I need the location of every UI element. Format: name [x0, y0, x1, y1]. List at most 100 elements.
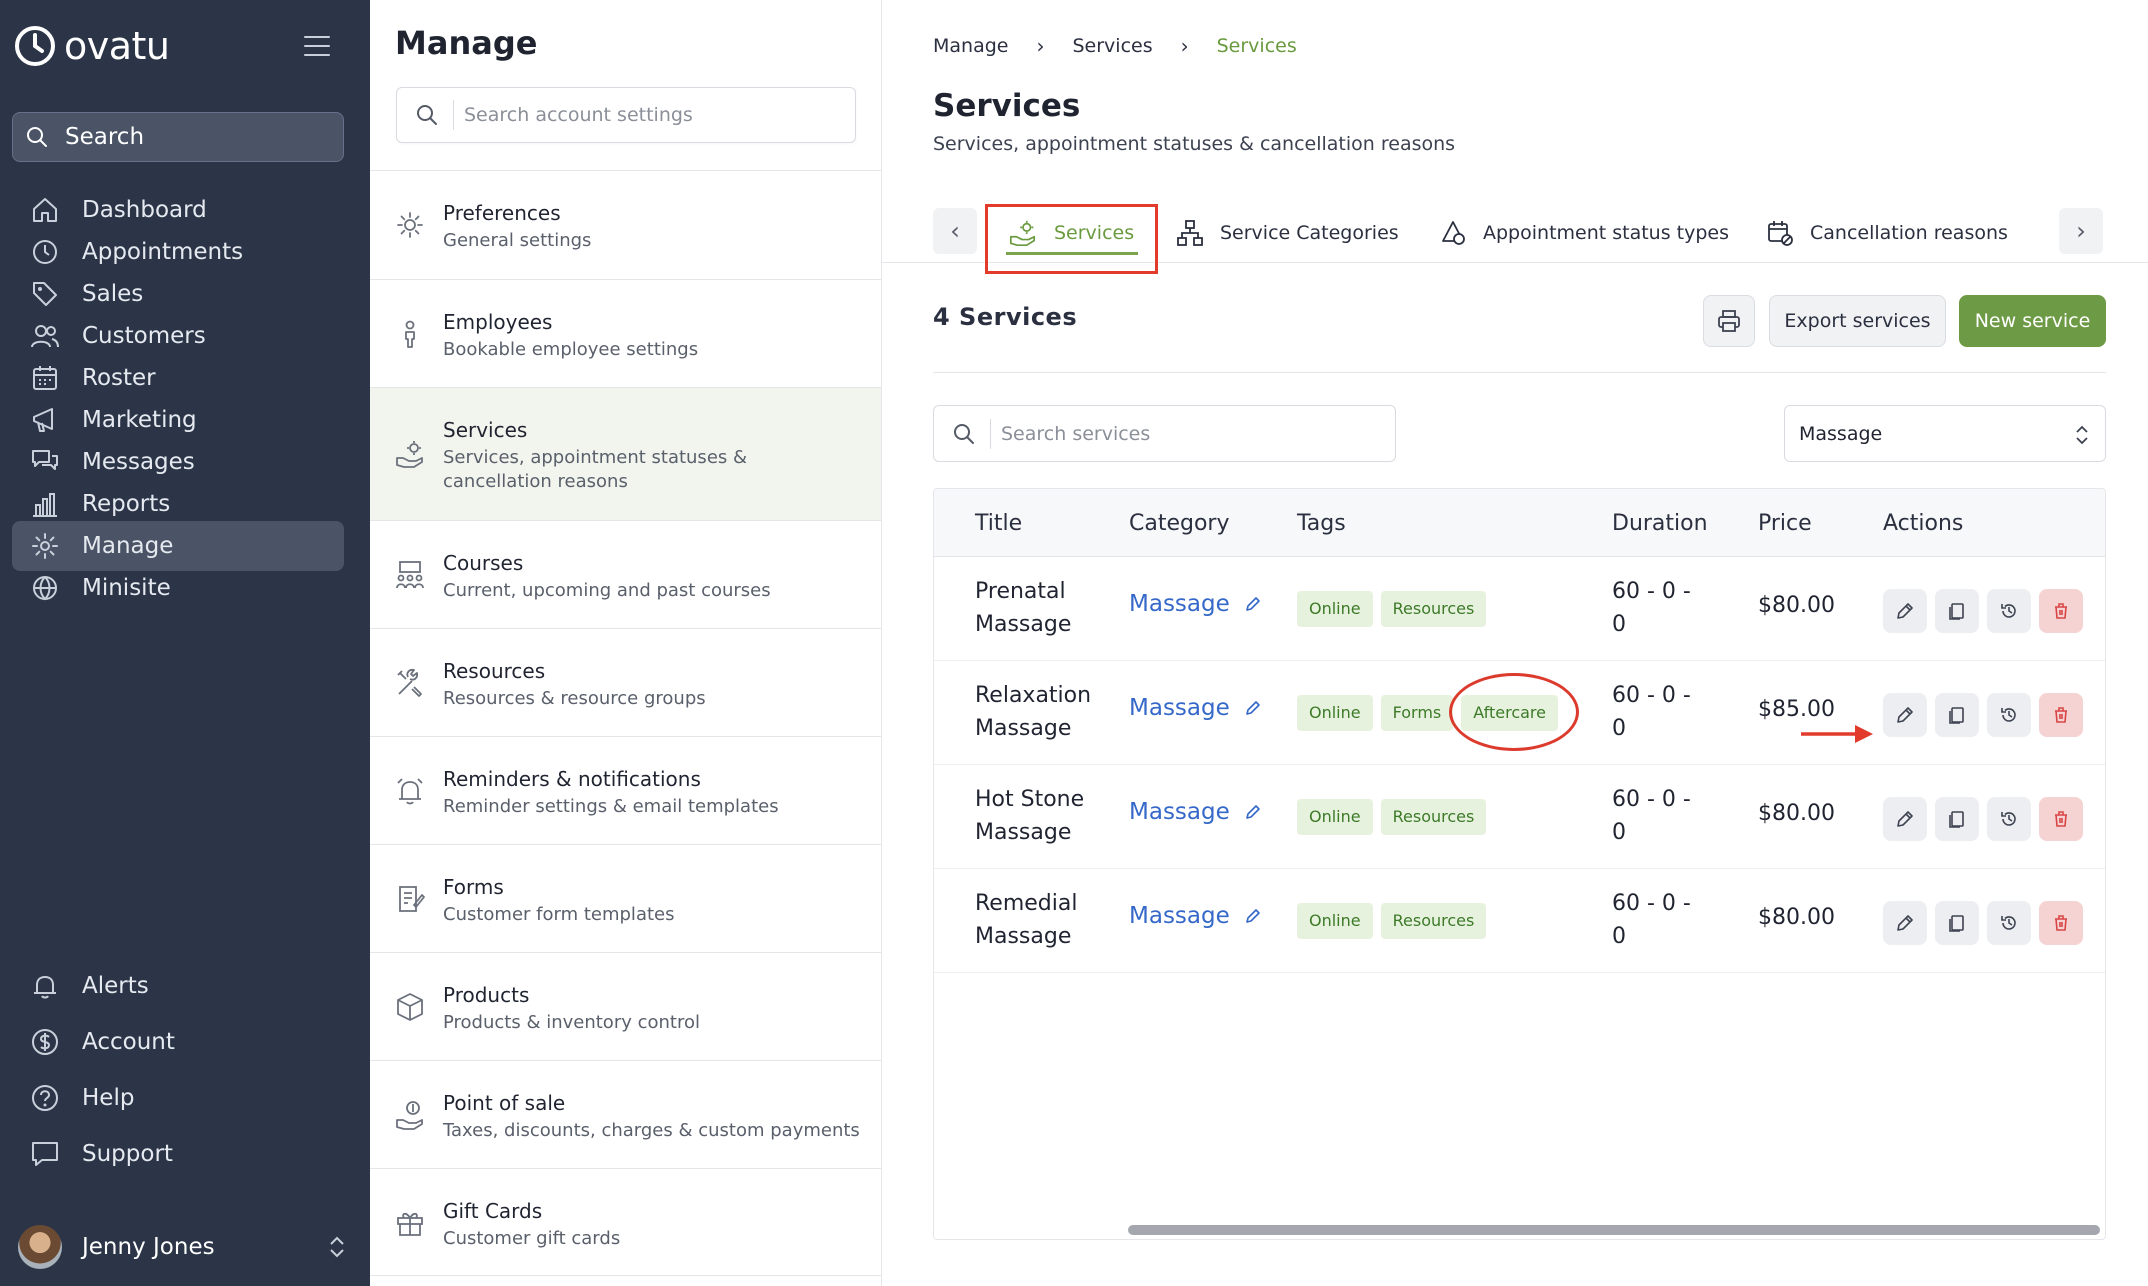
- service-title: Relaxation Massage: [975, 683, 1092, 741]
- duplicate-button[interactable]: [1935, 901, 1979, 945]
- manage-item-courses[interactable]: Courses Current, upcoming and past cours…: [370, 520, 881, 628]
- breadcrumb-current: Services: [1216, 35, 1297, 57]
- edit-button[interactable]: [1883, 693, 1927, 737]
- manage-item-preferences[interactable]: Preferences General settings: [370, 170, 881, 279]
- new-service-button[interactable]: New service: [1959, 295, 2106, 347]
- history-button[interactable]: [1987, 589, 2031, 633]
- megaphone-icon: [33, 408, 53, 432]
- manage-search-placeholder: Search account settings: [464, 104, 693, 126]
- search-services-placeholder: Search services: [1001, 422, 1151, 445]
- search-icon: [954, 423, 974, 444]
- table-horizontal-scrollbar[interactable]: [1128, 1225, 2100, 1235]
- category-filter-select[interactable]: Massage: [1784, 405, 2106, 462]
- manage-item-reminders[interactable]: Reminders & notifications Reminder setti…: [370, 736, 881, 844]
- edit-button[interactable]: [1883, 901, 1927, 945]
- duplicate-button[interactable]: [1935, 797, 1979, 841]
- tabs-scroll-left-button[interactable]: ‹: [933, 208, 977, 254]
- pencil-icon: [1897, 915, 1913, 931]
- edit-button[interactable]: [1883, 797, 1927, 841]
- edit-button[interactable]: [1883, 589, 1927, 633]
- nav-label: Appointments: [82, 239, 244, 265]
- service-duration: 60 - 0 - 0: [1612, 683, 1691, 741]
- users-icon: [31, 325, 59, 348]
- history-button[interactable]: [1987, 693, 2031, 737]
- manage-item-forms[interactable]: Forms Customer form templates: [370, 844, 881, 952]
- menu-toggle-icon[interactable]: [304, 36, 330, 56]
- tab-service-categories[interactable]: Service Categories: [1176, 203, 1399, 263]
- service-category-link[interactable]: Massage: [1129, 591, 1262, 617]
- breadcrumb-services[interactable]: Services: [1072, 35, 1152, 57]
- nav-item-support[interactable]: Support: [12, 1129, 344, 1179]
- delete-button[interactable]: [2039, 589, 2083, 633]
- tag-badge: Forms: [1380, 695, 1454, 731]
- history-icon: [2001, 916, 2016, 930]
- manage-item-title: Products: [443, 983, 530, 1007]
- breadcrumb-manage[interactable]: Manage: [933, 35, 1008, 57]
- table-row[interactable]: Prenatal Massage Massage Online Resource…: [934, 557, 2105, 661]
- nav-item-help[interactable]: Help: [12, 1073, 344, 1123]
- manage-item-employees[interactable]: Employees Bookable employee settings: [370, 279, 881, 387]
- duplicate-button[interactable]: [1935, 589, 1979, 633]
- nav-label: Reports: [82, 491, 171, 517]
- search-services-input[interactable]: Search services: [933, 405, 1396, 462]
- col-header-duration: Duration: [1612, 511, 1708, 536]
- bell-icon: [34, 976, 56, 999]
- table-header: Title Category Tags Duration Price Actio…: [934, 489, 2105, 557]
- manage-panel: Manage Search account settings Preferenc…: [370, 0, 882, 1286]
- duplicate-button[interactable]: [1935, 693, 1979, 737]
- nav-item-alerts[interactable]: Alerts: [12, 961, 344, 1011]
- service-price: $80.00: [1758, 593, 1835, 618]
- manage-item-products[interactable]: Products Products & inventory control: [370, 952, 881, 1060]
- logo-text: ovatu: [64, 24, 170, 68]
- manage-item-title: Forms: [443, 875, 504, 899]
- table-row[interactable]: Hot Stone Massage Massage Online Resourc…: [934, 765, 2105, 869]
- service-duration: 60 - 0 - 0: [1612, 891, 1691, 949]
- manage-search-input[interactable]: Search account settings: [396, 87, 856, 143]
- printer-icon: [1718, 310, 1740, 332]
- col-header-price: Price: [1758, 511, 1812, 536]
- service-category-link[interactable]: Massage: [1129, 799, 1262, 825]
- manage-item-point-of-sale[interactable]: Point of sale Taxes, discounts, charges …: [370, 1060, 881, 1168]
- nav-item-minisite[interactable]: Minisite: [12, 563, 344, 613]
- trash-icon: [2055, 915, 2067, 931]
- tab-appointment-status-types[interactable]: Appointment status types: [1439, 203, 1729, 263]
- ovatu-logo[interactable]: ovatu: [14, 24, 170, 68]
- tabs-scroll-right-button[interactable]: ›: [2059, 208, 2103, 254]
- delete-button[interactable]: [2039, 693, 2083, 737]
- pencil-icon: [1245, 597, 1260, 611]
- global-search-button[interactable]: Search: [12, 112, 344, 162]
- service-category-link[interactable]: Massage: [1129, 903, 1262, 929]
- service-category-link[interactable]: Massage: [1129, 695, 1262, 721]
- export-services-button[interactable]: Export services: [1769, 295, 1946, 347]
- print-button[interactable]: [1703, 295, 1755, 347]
- nav-label: Messages: [82, 449, 195, 475]
- box-icon: [397, 993, 423, 1021]
- main-sidebar: ovatu Search Dashboard Appointments Sale…: [0, 0, 370, 1286]
- global-search-label: Search: [65, 124, 145, 150]
- payment-hand-icon: [396, 1101, 423, 1130]
- manage-item-subtitle: Resources & resource groups: [443, 688, 706, 709]
- col-header-tags: Tags: [1297, 511, 1346, 536]
- table-row[interactable]: Remedial Massage Massage Online Resource…: [934, 869, 2105, 973]
- manage-item-subtitle: Customer form templates: [443, 904, 675, 925]
- pencil-icon: [1897, 707, 1913, 723]
- manage-item-title: Preferences: [443, 201, 561, 225]
- chevron-left-icon: ‹: [950, 217, 960, 245]
- chevron-right-icon: ›: [1180, 34, 1189, 58]
- user-name: Jenny Jones: [82, 1234, 215, 1260]
- services-count: 4 Services: [933, 303, 1078, 331]
- highlight-annotation-box: [985, 204, 1158, 274]
- manage-item-services[interactable]: Services Services, appointment statuses …: [370, 387, 881, 520]
- tab-cancellation-reasons[interactable]: Cancellation reasons: [1766, 203, 2008, 263]
- manage-item-resources[interactable]: Resources Resources & resource groups: [370, 628, 881, 736]
- service-tags: Online Resources: [1297, 903, 1494, 939]
- history-button[interactable]: [1987, 901, 2031, 945]
- nav-item-account[interactable]: Account: [12, 1017, 344, 1067]
- manage-item-subtitle: Services, appointment statuses & cancell…: [443, 447, 748, 492]
- delete-button[interactable]: [2039, 901, 2083, 945]
- history-button[interactable]: [1987, 797, 2031, 841]
- user-menu[interactable]: Jenny Jones: [18, 1222, 348, 1272]
- delete-button[interactable]: [2039, 797, 2083, 841]
- trash-icon: [2055, 603, 2067, 619]
- manage-item-gift-cards[interactable]: Gift Cards Customer gift cards: [370, 1168, 881, 1276]
